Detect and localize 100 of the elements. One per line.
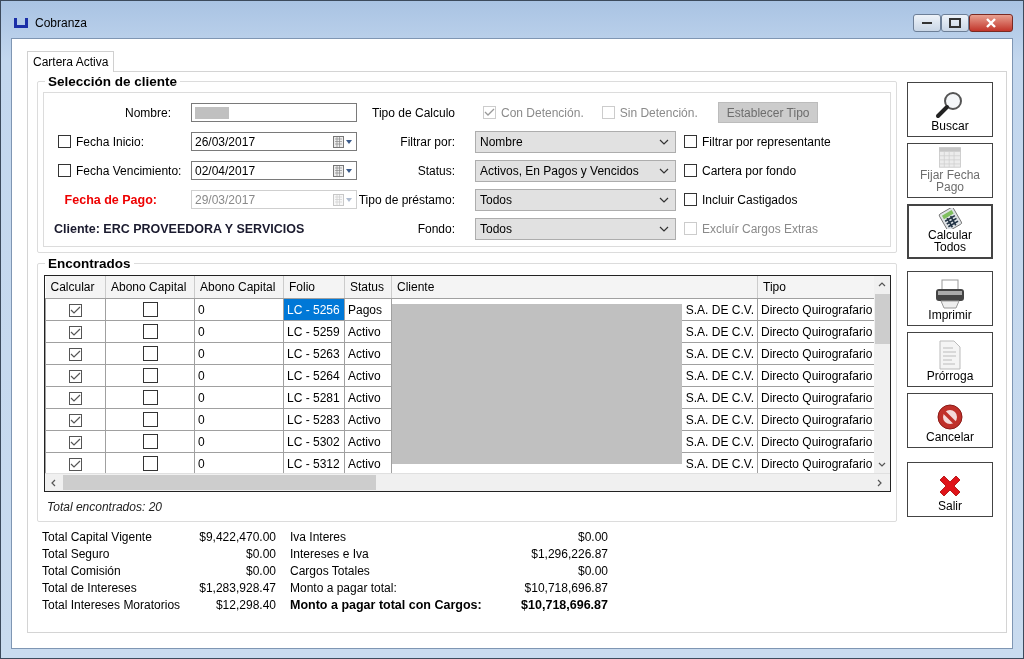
table-cell[interactable]: LC - 5263	[283, 342, 345, 365]
total-label: Iva Interes	[290, 530, 348, 544]
table-cell[interactable]: LC - 5264	[283, 364, 345, 387]
chevron-down-icon	[659, 167, 669, 174]
action-button[interactable]: Imprimir	[907, 271, 993, 326]
column-header[interactable]: Folio	[283, 276, 345, 299]
checkbox[interactable]	[142, 368, 158, 384]
checkbox[interactable]	[142, 302, 158, 318]
checkbox[interactable]	[142, 456, 158, 472]
prohibited-icon	[936, 403, 964, 432]
checkbox[interactable]	[684, 135, 697, 148]
scroll-up-icon[interactable]	[878, 282, 886, 287]
field-label: Fecha de Pago:	[63, 192, 158, 207]
total-label: Monto a pagar total con Cargos:	[290, 598, 483, 612]
table-cell: 0	[194, 298, 284, 321]
client-name-end: S.A. DE C.V.	[685, 346, 754, 361]
checkbox-label: Con Detención.	[501, 105, 584, 120]
checkbox[interactable]	[69, 325, 82, 339]
column-header[interactable]: Calcular	[45, 276, 106, 299]
checkbox[interactable]	[69, 457, 82, 471]
action-button[interactable]: Buscar	[907, 82, 993, 137]
name-field[interactable]	[191, 103, 357, 122]
table-cell[interactable]: LC - 5281	[283, 386, 345, 409]
document-icon	[938, 340, 962, 371]
field-label: Nombre:	[124, 105, 172, 120]
table-cell: Activo	[344, 342, 392, 365]
horizontal-scrollbar[interactable]	[45, 473, 890, 491]
checkbox-label: Sin Detención.	[619, 105, 698, 120]
checkbox[interactable]	[684, 164, 697, 177]
column-header[interactable]: Abono Capital	[105, 276, 195, 299]
dropdown[interactable]: Activos, En Pagos y Vencidos	[475, 159, 676, 182]
dropdown[interactable]: Todos	[475, 188, 676, 211]
checkbox-label: Fecha Vencimiento:	[76, 163, 182, 178]
total-value: $0.00	[576, 530, 608, 544]
checkbox[interactable]	[69, 369, 82, 383]
tab[interactable]: Cartera Activa	[27, 51, 115, 72]
checkbox-label: Filtrar por representante	[702, 134, 831, 149]
checkbox[interactable]	[142, 346, 158, 362]
calendar-dropdown-icon[interactable]	[333, 164, 353, 177]
checkbox[interactable]	[58, 164, 71, 177]
action-button[interactable]: Prórroga	[907, 332, 993, 387]
action-button[interactable]: Salir	[907, 462, 993, 517]
column-header[interactable]: Tipo	[757, 276, 874, 299]
total-label: Total Comisión	[42, 564, 122, 578]
total-value: $0.00	[576, 564, 608, 578]
table-cell: 0	[194, 342, 284, 365]
group-title: Encontrados	[47, 256, 132, 271]
minimize-button[interactable]	[913, 13, 941, 32]
maximize-icon	[949, 17, 961, 28]
checkbox[interactable]	[142, 324, 158, 340]
table-cell[interactable]: LC - 5302	[283, 430, 345, 453]
table-cell: Activo	[344, 430, 392, 453]
checkbox[interactable]	[142, 412, 158, 428]
maximize-button[interactable]	[941, 13, 969, 32]
checkbox[interactable]	[69, 347, 82, 361]
chevron-down-icon	[659, 138, 669, 145]
total-label: Total Intereses Moratorios	[42, 598, 182, 612]
checkbox[interactable]	[69, 391, 82, 405]
column-header[interactable]: Cliente	[391, 276, 758, 299]
checkbox[interactable]	[69, 435, 82, 449]
client-name-end: S.A. DE C.V.	[685, 302, 754, 317]
total-value: $1,283,928.47	[198, 581, 276, 595]
close-button[interactable]	[969, 13, 1013, 32]
action-button[interactable]: Calcular Todos	[907, 204, 993, 259]
checkbox[interactable]	[684, 193, 697, 206]
checkbox[interactable]	[69, 303, 82, 317]
table-cell[interactable]: LC - 5283	[283, 408, 345, 431]
date-field[interactable]: 02/04/2017	[191, 161, 357, 180]
window-title: Cobranza	[35, 15, 88, 30]
table-cell: 0	[194, 364, 284, 387]
dropdown[interactable]: Todos	[475, 217, 676, 240]
scroll-down-icon[interactable]	[878, 462, 886, 467]
column-header[interactable]: Status	[344, 276, 392, 299]
dropdown[interactable]: Nombre	[475, 130, 676, 153]
results-count: Total encontrados: 20	[47, 500, 163, 514]
client-name-end: S.A. DE C.V.	[685, 368, 754, 383]
checkbox[interactable]	[69, 413, 82, 427]
total-value: $10,718,696.87	[523, 581, 608, 595]
table-cell: 0	[194, 320, 284, 343]
calendar-dropdown-icon[interactable]	[333, 135, 353, 148]
table-cell: Pagos	[344, 298, 392, 321]
checkbox[interactable]	[142, 390, 158, 406]
scroll-thumb[interactable]	[63, 475, 376, 490]
scroll-left-icon[interactable]	[51, 478, 56, 487]
table-cell: Activo	[344, 386, 392, 409]
magnifier-icon	[935, 90, 965, 121]
checkbox[interactable]	[142, 434, 158, 450]
checkbox-label: Fecha Inicio:	[76, 134, 145, 149]
date-field[interactable]: 26/03/2017	[191, 132, 357, 151]
checkbox[interactable]	[58, 135, 71, 148]
column-header[interactable]: Abono Capital	[194, 276, 284, 299]
total-value: $1,296,226.87	[530, 547, 608, 561]
table-cell[interactable]: LC - 5259	[283, 320, 345, 343]
vertical-scrollbar[interactable]	[874, 276, 890, 473]
action-button[interactable]: Cancelar	[907, 393, 993, 448]
total-value: $12,298.40	[214, 598, 276, 612]
scroll-right-icon[interactable]	[877, 478, 882, 487]
scroll-thumb[interactable]	[874, 294, 890, 344]
total-value: $9,422,470.00	[198, 530, 276, 544]
total-label: Total de Intereses	[42, 581, 138, 595]
